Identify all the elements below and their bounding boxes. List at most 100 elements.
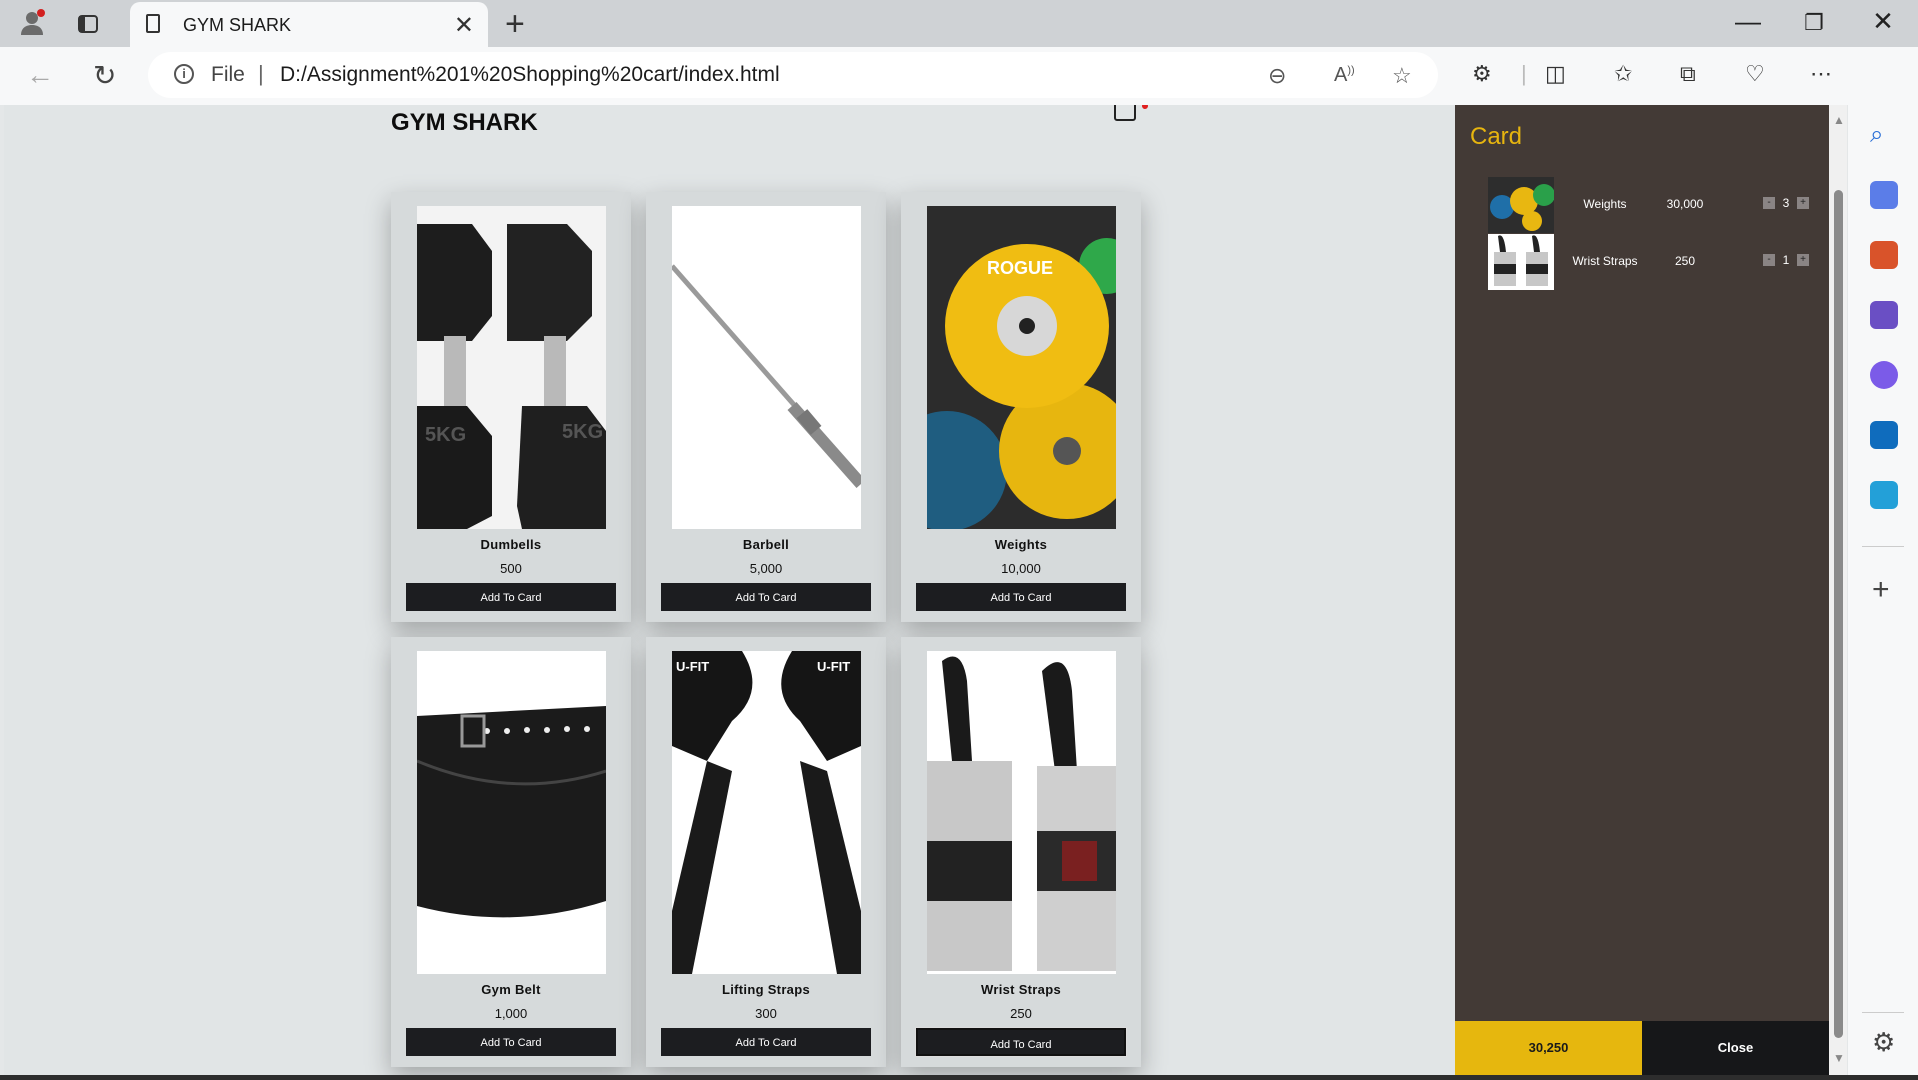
add-to-card-button[interactable]: Add To Card <box>915 1027 1127 1057</box>
dumbbells-image: 5KG 5KG <box>417 206 606 529</box>
add-to-card-button[interactable]: Add To Card <box>916 583 1126 611</box>
cart-panel: Card Weights 30,000 - 3 + Wrist Straps 2… <box>1455 105 1829 1075</box>
tab-gym-shark[interactable]: GYM SHARK ✕ <box>130 2 488 47</box>
add-to-card-button[interactable]: Add To Card <box>406 1028 616 1056</box>
product-card: U-FIT U-FIT Lifting Straps 300 Add To Ca… <box>646 637 886 1067</box>
barbell-image <box>672 206 861 529</box>
cart-bag-icon[interactable] <box>1114 105 1136 121</box>
page-content: GYM SHARK 5KG 5KG Dumbells 500 Add To Ca… <box>4 105 1455 1075</box>
product-price: 500 <box>500 561 522 576</box>
svg-text:5KG: 5KG <box>425 424 466 446</box>
svg-text:U-FIT: U-FIT <box>676 659 709 674</box>
cart-item-thumbnail <box>1488 234 1554 290</box>
decrease-quantity-button[interactable]: - <box>1763 197 1775 209</box>
address-bar-row: ← ↻ i File | D:/Assignment%201%20Shoppin… <box>0 47 1918 105</box>
wrist-straps-image <box>927 651 1116 974</box>
scroll-up-arrow-icon[interactable]: ▲ <box>1833 113 1845 127</box>
cart-item-quantity: 3 <box>1782 196 1790 210</box>
favorites-icon[interactable]: ✩ <box>1614 61 1632 87</box>
lifting-straps-image: U-FIT U-FIT <box>672 651 861 974</box>
back-icon[interactable]: ← <box>26 59 54 91</box>
product-name: Weights <box>994 537 1048 552</box>
gym-belt-image <box>417 651 606 974</box>
drop-icon[interactable] <box>1870 481 1898 509</box>
product-card: Wrist Straps 250 Add To Card <box>901 637 1141 1067</box>
settings-gear-icon[interactable]: ⚙ <box>1872 1027 1895 1058</box>
url-separator: | <box>258 61 264 86</box>
tab-title: GYM SHARK <box>183 15 292 35</box>
product-card: 5KG 5KG Dumbells 500 Add To Card <box>391 192 631 622</box>
svg-text:ROGUE: ROGUE <box>987 258 1053 278</box>
browser-tab-bar: GYM SHARK ✕ + — ❐ ✕ <box>0 0 1918 47</box>
cart-item: Wrist Straps 250 - 1 + <box>1488 232 1818 292</box>
cart-total: 30,250 <box>1455 1021 1642 1075</box>
more-options-icon[interactable]: ⋯ <box>1810 61 1832 87</box>
decrease-quantity-button[interactable]: - <box>1763 254 1775 266</box>
cart-item-price: 30,000 <box>1666 197 1704 211</box>
profile-icon[interactable] <box>18 8 46 36</box>
product-card: ROGUE Weights 10,000 Add To Card <box>901 192 1141 622</box>
edge-sidebar: ⌕ + ⚙ <box>1848 47 1918 1080</box>
info-icon[interactable]: i <box>174 64 194 84</box>
outlook-icon[interactable] <box>1870 421 1898 449</box>
add-to-card-button[interactable]: Add To Card <box>661 1028 871 1056</box>
brand-title: GYM SHARK <box>391 109 538 136</box>
product-price: 250 <box>1010 1006 1032 1021</box>
address-field[interactable]: i File | D:/Assignment%201%20Shopping%20… <box>148 52 1438 98</box>
favorite-star-icon[interactable]: ☆ <box>1392 63 1412 89</box>
shopping-tag-icon[interactable] <box>1870 181 1898 209</box>
cart-item-price: 250 <box>1674 254 1696 268</box>
increase-quantity-button[interactable]: + <box>1797 254 1809 266</box>
url-text[interactable]: D:/Assignment%201%20Shopping%20cart/inde… <box>280 63 780 87</box>
product-price: 5,000 <box>749 561 783 576</box>
tab-actions-icon[interactable] <box>76 12 100 36</box>
new-tab-icon[interactable]: + <box>505 5 525 44</box>
cart-badge-dot <box>1142 105 1148 109</box>
tools-icon[interactable] <box>1870 241 1898 269</box>
refresh-icon[interactable]: ↻ <box>93 59 116 92</box>
scrollbar-thumb[interactable] <box>1834 190 1843 1038</box>
add-to-card-button[interactable]: Add To Card <box>661 583 871 611</box>
svg-text:U-FIT: U-FIT <box>817 659 850 674</box>
search-icon[interactable]: ⌕ <box>1870 121 1898 149</box>
collections-icon[interactable]: ⧉ <box>1680 61 1696 87</box>
cart-item: Weights 30,000 - 3 + <box>1488 175 1818 235</box>
add-icon[interactable]: + <box>1872 573 1890 607</box>
window-close-icon[interactable]: ✕ <box>1853 6 1913 37</box>
restore-icon[interactable]: ❐ <box>1784 10 1844 36</box>
cart-item-name: Wrist Straps <box>1572 254 1638 268</box>
svg-text:5KG: 5KG <box>562 421 603 443</box>
product-card: Barbell 5,000 Add To Card <box>646 192 886 622</box>
product-price: 1,000 <box>494 1006 528 1021</box>
scroll-down-arrow-icon[interactable]: ▼ <box>1833 1051 1845 1065</box>
minimize-icon[interactable]: — <box>1718 6 1778 37</box>
url-scheme: File <box>211 63 245 86</box>
product-card: Gym Belt 1,000 Add To Card <box>391 637 631 1067</box>
cart-item-quantity: 1 <box>1782 253 1790 267</box>
cart-item-name: Weights <box>1583 197 1627 211</box>
weights-image: ROGUE <box>927 206 1116 529</box>
cart-item-thumbnail <box>1488 177 1554 233</box>
sidebar-divider <box>1862 1012 1904 1013</box>
product-name: Wrist Straps <box>981 982 1061 997</box>
product-name: Gym Belt <box>481 982 541 997</box>
extensions-icon[interactable]: ⚙ <box>1472 61 1492 87</box>
sidebar-divider <box>1862 546 1904 547</box>
toolbar-divider: | <box>1521 61 1527 86</box>
product-price: 300 <box>755 1006 777 1021</box>
zoom-out-icon[interactable]: ⊖ <box>1268 63 1286 89</box>
increase-quantity-button[interactable]: + <box>1797 197 1809 209</box>
close-tab-icon[interactable]: ✕ <box>454 11 474 40</box>
close-cart-button[interactable]: Close <box>1642 1021 1829 1075</box>
copilot-apps-icon[interactable] <box>1870 361 1898 389</box>
page-scrollbar[interactable]: ▲ ▼ <box>1829 105 1847 1075</box>
read-aloud-icon[interactable]: A)) <box>1334 64 1355 87</box>
split-screen-icon[interactable]: ◫ <box>1545 61 1566 87</box>
product-name: Lifting Straps <box>722 982 810 997</box>
taskbar-edge <box>0 1075 1918 1080</box>
product-name: Dumbells <box>480 537 542 552</box>
games-icon[interactable] <box>1870 301 1898 329</box>
add-to-card-button[interactable]: Add To Card <box>406 583 616 611</box>
product-name: Barbell <box>742 537 790 552</box>
browser-essentials-icon[interactable]: ♡ <box>1745 61 1765 87</box>
